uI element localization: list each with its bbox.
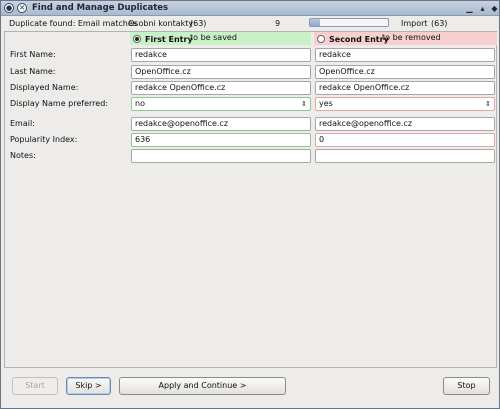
updown-arrow-icon: ⇕ <box>301 100 307 108</box>
last-name-label: Last Name: <box>10 67 56 76</box>
import-count: (63) <box>431 19 448 28</box>
second-entry-header[interactable]: Second Entry to be removed <box>314 32 497 45</box>
progress-fill <box>310 19 321 26</box>
first-name-left-field[interactable]: redakce <box>131 48 311 62</box>
display-name-preferred-left-value: no <box>135 99 145 108</box>
progress-bar <box>309 18 389 27</box>
skip-button[interactable]: Skip > <box>66 377 111 395</box>
addressbook-name: Osobni kontakty <box>128 19 194 28</box>
import-label: Import <box>401 19 428 28</box>
current-index: 9 <box>275 19 281 28</box>
email-left-field[interactable]: redakce@openoffice.cz <box>131 117 311 131</box>
email-right-field[interactable]: redakce@openoffice.cz <box>315 117 495 131</box>
displayed-name-label: Displayed Name: <box>10 83 79 92</box>
restore-icon[interactable]: ◆ <box>489 3 500 14</box>
window-title: Find and Manage Duplicates <box>32 3 169 13</box>
display-name-preferred-right-value: yes <box>319 99 333 108</box>
updown-arrow-icon: ⇕ <box>485 100 491 108</box>
displayed-name-left-field[interactable]: redakce OpenOffice.cz <box>131 81 311 95</box>
email-label: Email: <box>10 119 35 128</box>
popularity-index-label: Popularity Index: <box>10 135 78 144</box>
display-name-preferred-label: Display Name preferred: <box>10 99 108 108</box>
first-entry-radio[interactable] <box>133 35 141 43</box>
popularity-index-right-field[interactable]: 0 <box>315 133 495 147</box>
first-name-right-field[interactable]: redakce <box>315 48 495 62</box>
stop-button[interactable]: Stop <box>443 377 490 395</box>
last-name-left-field[interactable]: OpenOffice.cz <box>131 65 311 79</box>
notes-left-field[interactable] <box>131 149 311 163</box>
last-name-right-field[interactable]: OpenOffice.cz <box>315 65 495 79</box>
duplicate-found-text: Duplicate found: Email matches <box>9 19 137 28</box>
window-menu-icon[interactable]: ● <box>4 3 14 13</box>
first-entry-note: to be saved <box>190 33 237 42</box>
notes-right-field[interactable] <box>315 149 495 163</box>
first-entry-header[interactable]: First Entry to be saved <box>130 32 311 45</box>
start-button[interactable]: Start <box>12 377 58 395</box>
apply-continue-button[interactable]: Apply and Continue > <box>119 377 286 395</box>
title-bar: ● ✕ Find and Manage Duplicates ▁ ▴ ◆ <box>1 1 499 16</box>
first-entry-label: First Entry <box>145 35 193 44</box>
displayed-name-right-field[interactable]: redakce OpenOffice.cz <box>315 81 495 95</box>
addressbook-count: (63) <box>190 19 207 28</box>
display-name-preferred-right-select[interactable]: yes ⇕ <box>315 97 495 111</box>
minimize-icon[interactable]: ▁ <box>464 3 475 14</box>
first-name-label: First Name: <box>10 50 56 59</box>
second-entry-radio[interactable] <box>317 35 325 43</box>
display-name-preferred-left-select[interactable]: no ⇕ <box>131 97 311 111</box>
second-entry-label: Second Entry <box>329 35 389 44</box>
close-icon[interactable]: ✕ <box>17 3 27 13</box>
notes-label: Notes: <box>10 151 36 160</box>
maximize-icon[interactable]: ▴ <box>477 3 488 14</box>
second-entry-note: to be removed <box>382 33 441 42</box>
popularity-index-left-field[interactable]: 636 <box>131 133 311 147</box>
duplicates-window: ● ✕ Find and Manage Duplicates ▁ ▴ ◆ Dup… <box>0 0 500 409</box>
